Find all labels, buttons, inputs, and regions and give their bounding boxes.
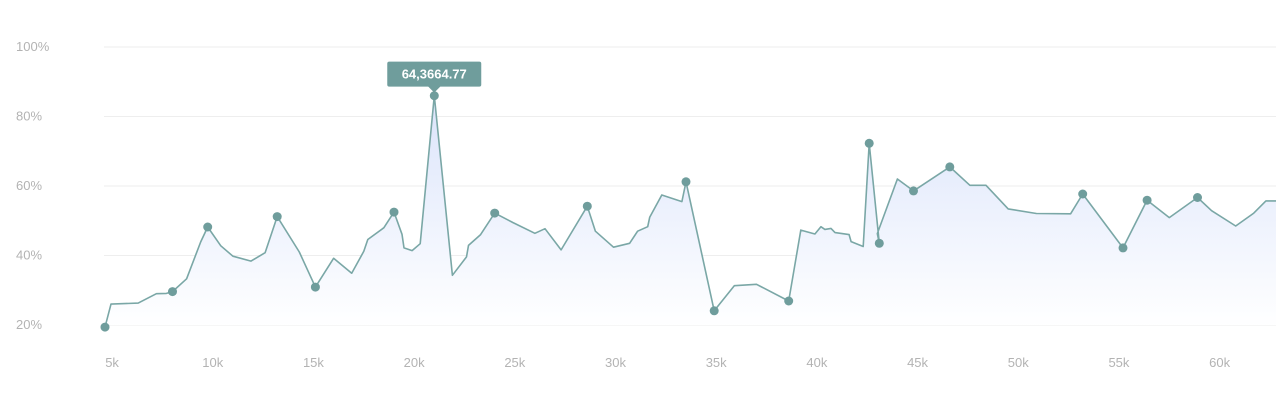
data-point[interactable] bbox=[864, 138, 874, 148]
data-point[interactable] bbox=[945, 162, 955, 172]
data-point[interactable] bbox=[389, 207, 399, 217]
data-point[interactable] bbox=[272, 212, 282, 222]
y-tick-label: 20% bbox=[16, 317, 42, 332]
data-point[interactable] bbox=[168, 287, 177, 297]
data-point[interactable] bbox=[1193, 193, 1202, 202]
data-point[interactable] bbox=[100, 322, 110, 332]
x-tick-label: 40k bbox=[806, 355, 827, 370]
x-axis: 5k 10k 15k 20k 25k 30k 35k 40k 45k 50k 55k 60k bbox=[105, 355, 1230, 370]
x-tick-label: 55k bbox=[1108, 355, 1129, 370]
x-tick-label: 15k bbox=[303, 355, 324, 370]
x-tick-label: 35k bbox=[706, 355, 727, 370]
data-point[interactable] bbox=[681, 177, 691, 187]
data-point[interactable] bbox=[1142, 195, 1152, 205]
data-point[interactable] bbox=[909, 186, 918, 196]
data-point[interactable] bbox=[490, 208, 500, 218]
area-chart: 20% 40% 60% 80% 100% 5k 10k 15k 20k 25k 30k 35k 40k… bbox=[0, 0, 1281, 416]
data-point[interactable] bbox=[874, 238, 884, 248]
tooltip: 64,3664.77 bbox=[387, 61, 482, 93]
x-tick-label: 25k bbox=[504, 355, 525, 370]
x-tick-label: 30k bbox=[605, 355, 626, 370]
y-tick-label: 80% bbox=[16, 109, 42, 124]
data-point[interactable] bbox=[582, 201, 592, 211]
area-fill bbox=[105, 95, 1276, 328]
chart-canvas: 20% 40% 60% 80% 100% 5k 10k 15k 20k 25k 30k 35k 40k… bbox=[16, 39, 1276, 370]
y-tick-label: 100% bbox=[16, 39, 50, 54]
x-tick-label: 45k bbox=[907, 355, 928, 370]
x-tick-label: 10k bbox=[202, 355, 223, 370]
x-tick-label: 5k bbox=[105, 355, 119, 370]
x-tick-label: 50k bbox=[1008, 355, 1029, 370]
data-point[interactable] bbox=[1078, 189, 1088, 199]
data-point[interactable] bbox=[784, 296, 794, 306]
y-tick-label: 40% bbox=[16, 248, 42, 263]
data-point[interactable] bbox=[1118, 243, 1128, 253]
data-point[interactable] bbox=[203, 222, 213, 232]
x-tick-label: 20k bbox=[404, 355, 425, 370]
data-point[interactable] bbox=[709, 306, 719, 316]
tooltip-text: 64,3664.77 bbox=[402, 67, 467, 82]
x-tick-label: 60k bbox=[1209, 355, 1230, 370]
data-point[interactable] bbox=[310, 282, 320, 292]
y-axis: 20% 40% 60% 80% 100% bbox=[16, 39, 50, 332]
y-tick-label: 60% bbox=[16, 178, 42, 193]
